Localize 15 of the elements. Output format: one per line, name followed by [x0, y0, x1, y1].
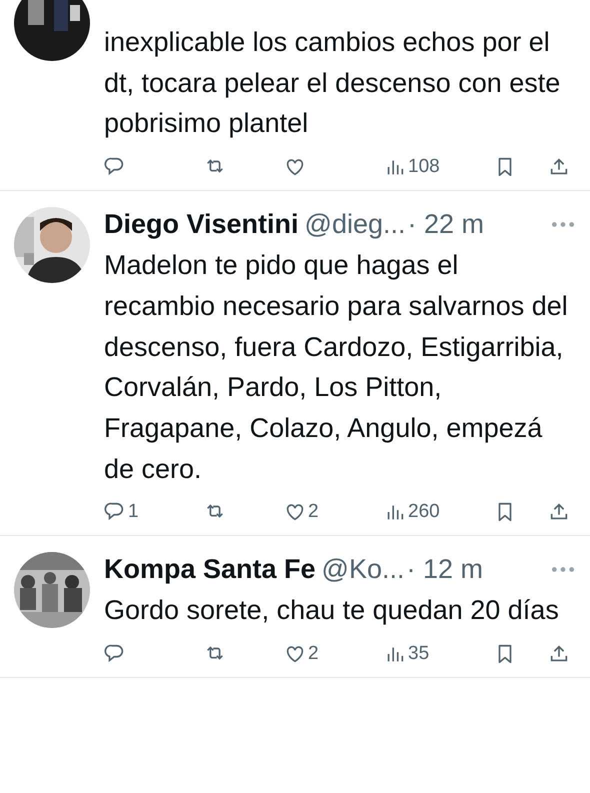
- user-handle[interactable]: @Ko...: [322, 552, 404, 586]
- reply-count: 1: [128, 501, 139, 524]
- view-count: 108: [408, 156, 440, 178]
- like-count: 2: [308, 501, 319, 524]
- like-count: 2: [308, 643, 319, 666]
- user-handle[interactable]: @dieg...: [304, 207, 406, 242]
- timestamp[interactable]: · 22 m: [408, 207, 484, 242]
- view-count: 260: [408, 501, 440, 524]
- tweet-text: inexplicable los cambios echos por el dt, tocara pelear el descenso con este pobrisimo plantel: [104, 26, 562, 140]
- view-count: 35: [408, 643, 430, 666]
- timestamp[interactable]: · 12 m: [406, 552, 484, 586]
- user-name[interactable]: Diego Visentini: [104, 207, 299, 242]
- tweet-text: Madelon te pido que hagas el recambio necesario para salvarnos del descenso, fuera Cardozo, Estigarribia, Corvalán, Pardo, Los Pitton, Fragapane, Colazo, Angulo, empezá de cero.: [104, 249, 569, 486]
- user-name[interactable]: Kompa Santa Fe: [104, 552, 316, 586]
- tweet-text: Gordo sorete, chau te quedan 20 días: [104, 594, 560, 628]
